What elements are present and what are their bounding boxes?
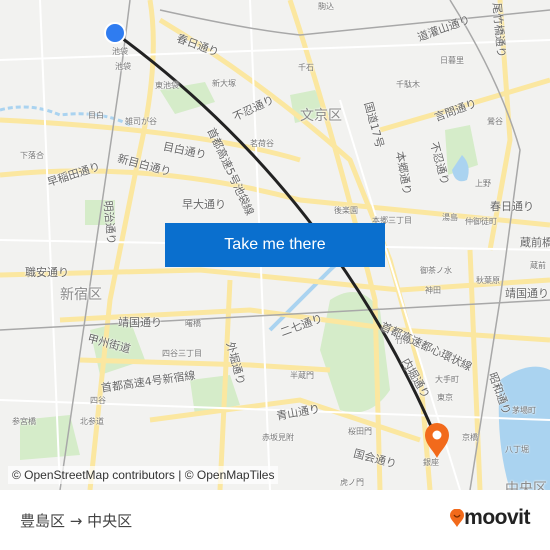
- map-label: 下落合: [20, 151, 44, 160]
- map-label: 茅場町: [512, 406, 536, 415]
- map-label: 雑司が谷: [125, 117, 157, 126]
- map-label: 靖国通り: [118, 316, 162, 329]
- moovit-logo[interactable]: moovit: [450, 506, 530, 530]
- map-label: 桜田門: [348, 427, 372, 436]
- map-label: 湯島: [442, 213, 458, 222]
- map-label: 八丁堀: [505, 445, 529, 454]
- map-label: 赤坂見附: [262, 433, 294, 442]
- map-label: 東池袋: [155, 81, 179, 90]
- map-label: 池袋: [115, 62, 131, 71]
- map-label: 京橋: [462, 433, 478, 442]
- map-label: 神田: [425, 286, 441, 295]
- map-label: 春日通り: [490, 200, 534, 213]
- map-label: 秋葉原: [476, 276, 500, 285]
- map-label: 鶯谷: [487, 117, 503, 126]
- arrow-right-icon: →: [69, 512, 83, 530]
- map-label: 茗荷谷: [250, 139, 274, 148]
- map[interactable]: 池袋 池袋 東池袋 新大塚 千石 駒込 文京区 不忍通り 春日通り 目白 雑司が…: [0, 0, 550, 490]
- map-label: 早大通り: [182, 198, 226, 211]
- footer: 豊島区 → 中央区 moovit: [0, 490, 550, 550]
- moovit-pin-icon: [450, 509, 465, 527]
- map-label: 半蔵門: [290, 371, 314, 380]
- map-label: 新大塚: [212, 79, 236, 88]
- map-label: 後楽園: [334, 206, 358, 215]
- map-label: 銀座: [423, 458, 439, 467]
- origin-marker: [104, 22, 126, 44]
- map-label: 虎ノ門: [340, 478, 364, 487]
- map-label: 上野: [475, 179, 491, 188]
- map-label: 四谷: [90, 396, 106, 405]
- map-label: 蔵前橋: [520, 236, 550, 249]
- map-label: 仲御徒町: [465, 217, 497, 226]
- map-label: 参宮橋: [12, 417, 36, 426]
- brand-name: moovit: [464, 506, 530, 529]
- take-me-there-button[interactable]: Take me there: [165, 223, 385, 267]
- map-label: 曙橋: [185, 319, 201, 328]
- map-label: 文京区: [300, 108, 342, 124]
- map-label: 靖国通り: [505, 287, 549, 300]
- origin-name: 豊島区: [20, 512, 66, 530]
- map-label: 御茶ノ水: [420, 266, 452, 275]
- map-label: 東京: [437, 393, 453, 402]
- map-label: 中央区: [505, 481, 547, 490]
- route-title: 豊島区 → 中央区: [20, 510, 132, 531]
- map-attribution[interactable]: © OpenStreetMap contributors | © OpenMap…: [8, 466, 279, 484]
- map-label: 池袋: [112, 47, 128, 56]
- map-label: 蔵前: [530, 261, 546, 270]
- map-label: 北参道: [80, 417, 104, 426]
- map-label: 大手町: [435, 375, 459, 384]
- map-label: 目白: [88, 111, 104, 120]
- map-label: 四谷三丁目: [162, 349, 202, 358]
- map-label: 駒込: [318, 2, 334, 11]
- destination-name: 中央区: [87, 512, 133, 530]
- map-label: 日暮里: [440, 56, 464, 65]
- map-label: 新宿区: [60, 287, 102, 303]
- map-label: 千駄木: [396, 80, 420, 89]
- map-label: 千石: [298, 63, 314, 72]
- map-label: 職安通り: [25, 266, 69, 279]
